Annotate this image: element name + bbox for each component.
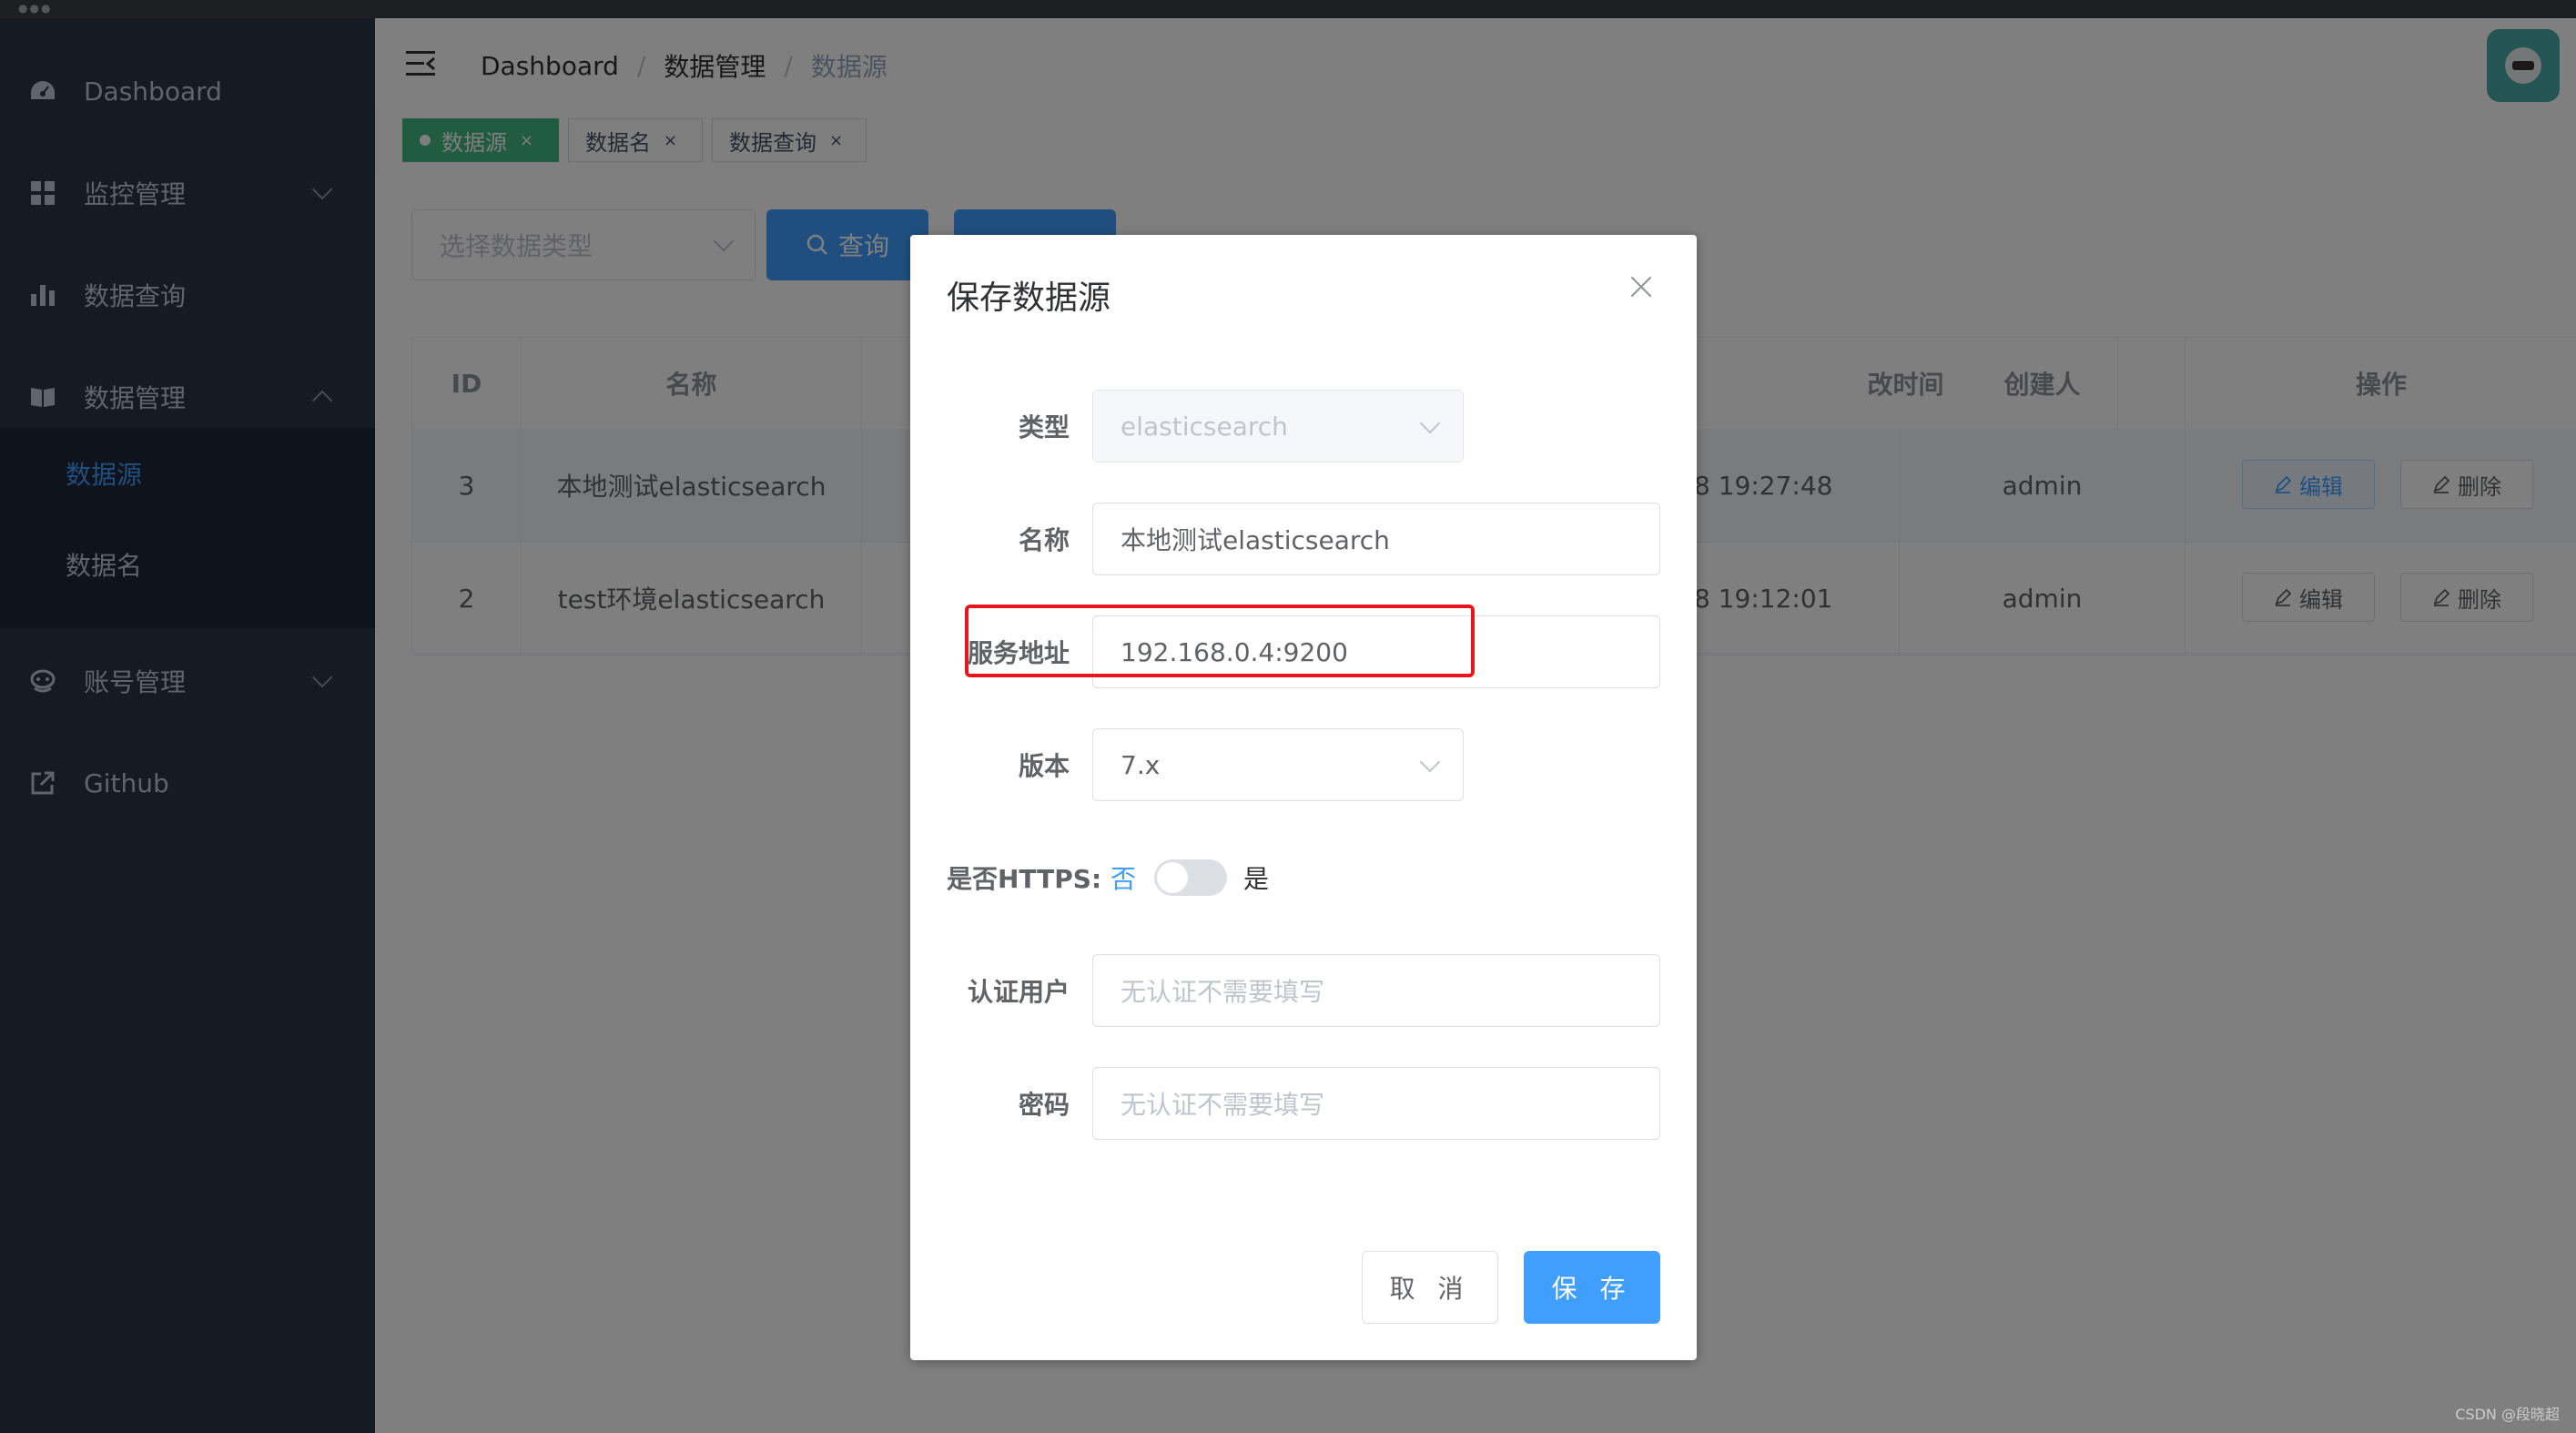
user-label: 认证用户 [967,977,1070,1007]
type-label: 类型 [1018,412,1070,442]
watermark: CSDN @段晓超 [2455,1406,2560,1423]
https-on-label[interactable]: 是 [1243,859,1269,896]
type-select: elasticsearch [1092,390,1464,462]
cancel-button[interactable]: 取 消 [1362,1251,1498,1324]
name-input[interactable]: 本地测试elasticsearch [1092,503,1660,575]
password-placeholder: 无认证不需要填写 [1121,1090,1325,1120]
close-icon[interactable] [1629,275,1653,299]
password-label: 密码 [1018,1090,1070,1120]
name-label: 名称 [1018,525,1070,555]
version-select[interactable]: 7.x [1092,728,1464,801]
dialog-title: 保存数据源 [947,279,1111,317]
toggle-knob [1157,862,1188,893]
version-label: 版本 [1018,751,1070,781]
save-datasource-dialog: 保存数据源 类型 elasticsearch 名称 本地测试elasticsea… [910,235,1697,1360]
chevron-down-icon [1419,412,1441,434]
version-value: 7.x [1121,749,1161,780]
auth-user-input[interactable]: 无认证不需要填写 [1092,954,1660,1027]
user-placeholder: 无认证不需要填写 [1121,977,1325,1007]
type-value: elasticsearch [1121,411,1288,442]
save-button[interactable]: 保 存 [1524,1251,1660,1324]
https-off-label[interactable]: 否 [1111,859,1136,896]
name-value: 本地测试elasticsearch [1121,525,1390,555]
password-input[interactable]: 无认证不需要填写 [1092,1067,1660,1140]
https-toggle[interactable] [1154,859,1227,896]
address-highlight-box [965,605,1475,677]
chevron-down-icon [1419,751,1441,773]
https-label: 是否HTTPS: [947,864,1102,894]
